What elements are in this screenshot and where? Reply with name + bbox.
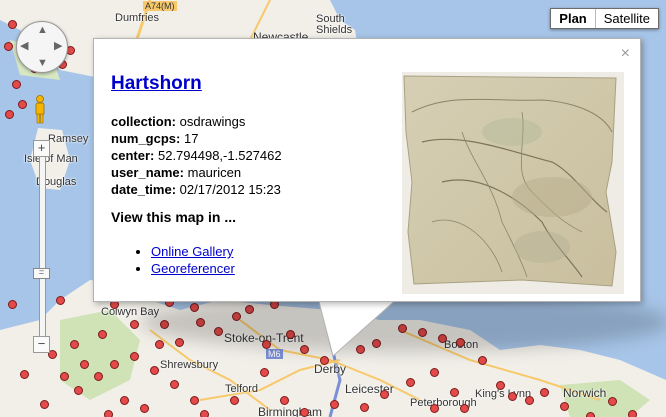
field-label: num_gcps:: [111, 131, 181, 146]
map-marker[interactable]: [94, 372, 103, 381]
map-marker[interactable]: [300, 408, 309, 417]
map-marker[interactable]: [70, 340, 79, 349]
map-marker[interactable]: [40, 400, 49, 409]
georeferencer-link[interactable]: Georeferencer: [151, 261, 235, 276]
pan-control[interactable]: ▲ ▼ ◀ ▶: [16, 21, 68, 73]
map-marker[interactable]: [4, 42, 13, 51]
map-marker[interactable]: [74, 386, 83, 395]
field-value: 02/17/2012 15:23: [179, 182, 281, 197]
place-label: Dumfries: [115, 12, 160, 24]
map-marker[interactable]: [608, 397, 617, 406]
field-value: osdrawings: [179, 114, 246, 129]
map-marker[interactable]: [130, 320, 139, 329]
infowindow-tail: [318, 298, 398, 357]
field-value: 17: [183, 131, 199, 146]
map-marker[interactable]: [60, 372, 69, 381]
zoom-slider-handle[interactable]: =: [33, 268, 50, 279]
map-marker[interactable]: [130, 352, 139, 361]
map-marker[interactable]: [330, 400, 339, 409]
map-marker[interactable]: [80, 360, 89, 369]
map-marker[interactable]: [8, 300, 17, 309]
field-row: user_name: mauricen: [111, 164, 282, 181]
map-marker[interactable]: [360, 403, 369, 412]
metadata-list: collection: osdrawings num_gcps: 17 cent…: [111, 113, 282, 198]
view-heading: View this map in ...: [111, 209, 236, 225]
field-row: collection: osdrawings: [111, 113, 282, 130]
pan-down-icon[interactable]: ▼: [37, 58, 48, 69]
map-marker[interactable]: [175, 338, 184, 347]
map-marker[interactable]: [450, 388, 459, 397]
map-marker[interactable]: [508, 392, 517, 401]
map-marker[interactable]: [8, 20, 17, 29]
map-marker[interactable]: [20, 370, 29, 379]
map-marker[interactable]: [150, 366, 159, 375]
map-marker[interactable]: [104, 410, 113, 417]
place-label: Shrewsbury: [160, 359, 219, 371]
pan-right-icon[interactable]: ▶: [54, 41, 62, 52]
map-marker[interactable]: [406, 378, 415, 387]
field-row: num_gcps: 17: [111, 130, 282, 147]
online-gallery-link[interactable]: Online Gallery: [151, 244, 233, 259]
map-marker[interactable]: [110, 360, 119, 369]
place-label: Norwich: [563, 386, 607, 400]
plan-button[interactable]: Plan: [551, 9, 595, 28]
field-row: center: 52.794498,-1.527462: [111, 147, 282, 164]
map-thumbnail[interactable]: [402, 72, 624, 294]
satellite-button[interactable]: Satellite: [594, 9, 658, 28]
place-label: Derby: [314, 362, 347, 376]
map-marker[interactable]: [120, 396, 129, 405]
zoom-in-button[interactable]: +: [33, 140, 50, 157]
field-label: date_time:: [111, 182, 177, 197]
list-item: Online Gallery: [151, 243, 235, 260]
map-marker[interactable]: [230, 396, 239, 405]
map-marker[interactable]: [430, 368, 439, 377]
map-marker[interactable]: [140, 404, 149, 413]
field-value: 52.794498,-1.527462: [157, 148, 282, 163]
close-icon[interactable]: ×: [621, 45, 630, 63]
map-marker[interactable]: [628, 410, 637, 417]
map-marker[interactable]: [460, 404, 469, 413]
map-marker[interactable]: [56, 296, 65, 305]
map-marker[interactable]: [190, 396, 199, 405]
map-marker[interactable]: [560, 402, 569, 411]
infowindow: × Hartshorn collection: osdrawings num_g…: [93, 38, 641, 302]
map-title-link[interactable]: Hartshorn: [111, 73, 202, 95]
map-type-control: Plan Satellite: [550, 8, 659, 29]
field-label: collection:: [111, 114, 177, 129]
map-marker[interactable]: [200, 410, 209, 417]
road-shield: A74(M): [143, 1, 177, 11]
map-marker[interactable]: [5, 110, 14, 119]
map-marker[interactable]: [586, 412, 595, 417]
place-label: South Shields: [316, 13, 353, 36]
map-marker[interactable]: [525, 396, 534, 405]
map-marker[interactable]: [12, 80, 21, 89]
map-marker[interactable]: [380, 390, 389, 399]
road-shield: M6: [266, 349, 283, 359]
field-label: user_name:: [111, 165, 184, 180]
place-label: King's Lynn: [475, 388, 532, 400]
map-marker[interactable]: [280, 396, 289, 405]
list-item: Georeferencer: [151, 260, 235, 277]
pegman-icon[interactable]: [33, 95, 47, 125]
field-row: date_time: 02/17/2012 15:23: [111, 181, 282, 198]
place-label: Ramsey: [48, 133, 89, 145]
view-links: Online Gallery Georeferencer: [111, 243, 235, 277]
map-marker[interactable]: [98, 330, 107, 339]
map-marker[interactable]: [496, 381, 505, 390]
map-marker[interactable]: [260, 368, 269, 377]
zoom-track[interactable]: [39, 148, 46, 346]
map-marker[interactable]: [478, 356, 487, 365]
pan-up-icon[interactable]: ▲: [37, 25, 48, 36]
map-marker[interactable]: [430, 404, 439, 413]
zoom-out-button[interactable]: −: [33, 336, 50, 353]
field-value: mauricen: [187, 165, 242, 180]
field-label: center:: [111, 148, 155, 163]
place-label: Birmingham: [258, 405, 323, 417]
place-label: Telford: [225, 383, 259, 395]
map-marker[interactable]: [18, 100, 27, 109]
map-marker[interactable]: [170, 380, 179, 389]
pan-left-icon[interactable]: ◀: [20, 41, 28, 52]
map-marker[interactable]: [155, 340, 164, 349]
map-marker[interactable]: [540, 388, 549, 397]
